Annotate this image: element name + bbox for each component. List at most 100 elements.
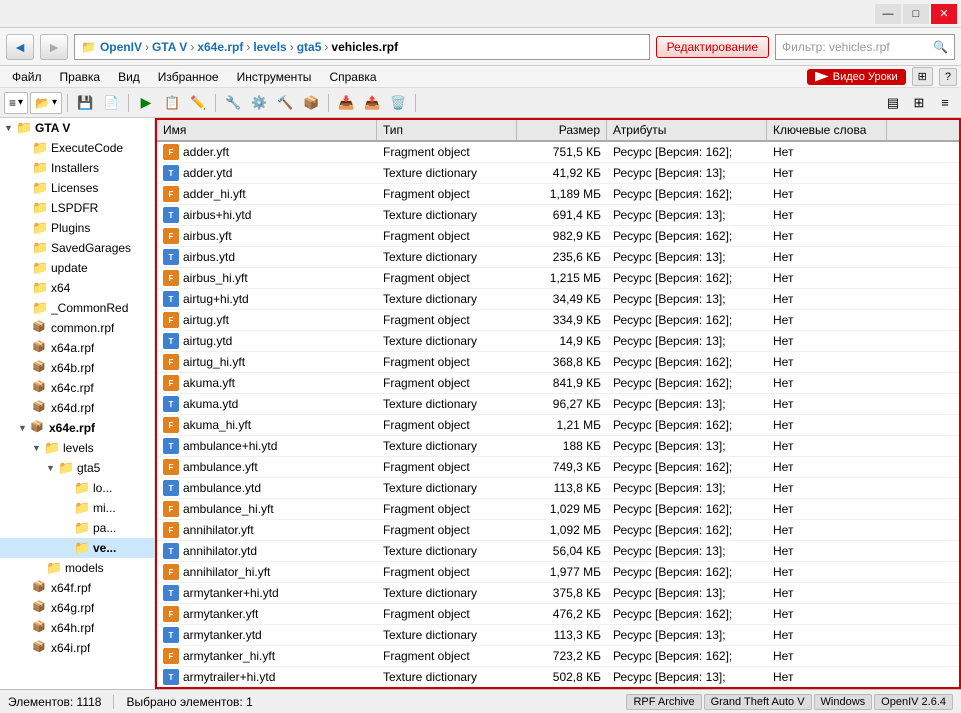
table-row[interactable]: T airtug.ytd Texture dictionary 14,9 КБ … xyxy=(157,331,959,352)
filter-bar[interactable]: Фильтр: vehicles.rpf 🔍 xyxy=(775,34,955,60)
sidebar-item-18[interactable]: 📁lo... xyxy=(0,478,154,498)
sidebar-item-3[interactable]: 📁Licenses xyxy=(0,178,154,198)
toolbar-view-3[interactable]: ≡ xyxy=(933,92,957,114)
table-row[interactable]: T armytrailer+hi.ytd Texture dictionary … xyxy=(157,667,959,687)
toolbar-btn-3[interactable]: 📋 xyxy=(160,92,184,114)
col-header-name[interactable]: Имя xyxy=(157,120,377,140)
table-row[interactable]: F akuma_hi.yft Fragment object 1,21 МБ Р… xyxy=(157,415,959,436)
sidebar-item-25[interactable]: 📦x64h.rpf xyxy=(0,618,154,638)
sidebar-item-2[interactable]: 📁Installers xyxy=(0,158,154,178)
table-row[interactable]: F ambulance_hi.yft Fragment object 1,029… xyxy=(157,499,959,520)
sidebar-item-1[interactable]: 📁ExecuteCode xyxy=(0,138,154,158)
sidebar-item-24[interactable]: 📦x64g.rpf xyxy=(0,598,154,618)
sidebar-item-10[interactable]: 📦common.rpf xyxy=(0,318,154,338)
table-row[interactable]: F airbus_hi.yft Fragment object 1,215 МБ… xyxy=(157,268,959,289)
col-header-attr[interactable]: Атрибуты xyxy=(607,120,767,140)
table-row[interactable]: F akuma.yft Fragment object 841,9 КБ Рес… xyxy=(157,373,959,394)
sidebar-item-7[interactable]: 📁update xyxy=(0,258,154,278)
toolbar-save-button[interactable]: 💾 xyxy=(73,92,97,114)
breadcrumb[interactable]: 📁 OpenIV › GTA V › x64e.rpf › levels › g… xyxy=(74,34,650,60)
help-button[interactable]: ? xyxy=(939,68,957,86)
table-row[interactable]: T armytanker.ytd Texture dictionary 113,… xyxy=(157,625,959,646)
toolbar-btn-11[interactable]: 🗑️ xyxy=(386,92,410,114)
bc-levels[interactable]: levels xyxy=(253,40,286,54)
sidebar-item-19[interactable]: 📁mi... xyxy=(0,498,154,518)
sidebar-item-11[interactable]: 📦x64a.rpf xyxy=(0,338,154,358)
table-row[interactable]: F airtug.yft Fragment object 334,9 КБ Ре… xyxy=(157,310,959,331)
sidebar-item-9[interactable]: 📁_CommonRed xyxy=(0,298,154,318)
table-row[interactable]: F armytanker.yft Fragment object 476,2 К… xyxy=(157,604,959,625)
edit-button[interactable]: Редактирование xyxy=(656,36,769,58)
status-rpf[interactable]: RPF Archive xyxy=(626,694,701,710)
toolbar-dropdown-2[interactable]: 📂▾ xyxy=(30,92,62,114)
sidebar-item-15[interactable]: ▼📦x64e.rpf xyxy=(0,418,154,438)
table-row[interactable]: F ambulance.yft Fragment object 749,3 КБ… xyxy=(157,457,959,478)
table-row[interactable]: T ambulance.ytd Texture dictionary 113,8… xyxy=(157,478,959,499)
bc-gtav[interactable]: GTA V xyxy=(152,40,187,54)
table-row[interactable]: T ambulance+hi.ytd Texture dictionary 18… xyxy=(157,436,959,457)
sidebar-item-23[interactable]: 📦x64f.rpf xyxy=(0,578,154,598)
sidebar-item-20[interactable]: 📁pa... xyxy=(0,518,154,538)
col-header-size[interactable]: Размер xyxy=(517,120,607,140)
table-row[interactable]: T armytanker+hi.ytd Texture dictionary 3… xyxy=(157,583,959,604)
sidebar-item-6[interactable]: 📁SavedGarages xyxy=(0,238,154,258)
table-row[interactable]: F annihilator_hi.yft Fragment object 1,9… xyxy=(157,562,959,583)
status-gtav[interactable]: Grand Theft Auto V xyxy=(704,694,812,710)
sidebar-item-4[interactable]: 📁LSPDFR xyxy=(0,198,154,218)
menu-view[interactable]: Вид xyxy=(110,68,148,86)
sidebar-item-13[interactable]: 📦x64c.rpf xyxy=(0,378,154,398)
sidebar-item-5[interactable]: 📁Plugins xyxy=(0,218,154,238)
sidebar-item-16[interactable]: ▼📁levels xyxy=(0,438,154,458)
forward-button[interactable]: ► xyxy=(40,34,68,60)
view-mode-button[interactable]: ⊞ xyxy=(912,67,933,86)
table-row[interactable]: F annihilator.yft Fragment object 1,092 … xyxy=(157,520,959,541)
yt-button[interactable]: Видео Уроки xyxy=(807,69,906,85)
table-row[interactable]: T airbus.ytd Texture dictionary 235,6 КБ… xyxy=(157,247,959,268)
table-row[interactable]: T annihilator.ytd Texture dictionary 56,… xyxy=(157,541,959,562)
status-openiv[interactable]: OpenIV 2.6.4 xyxy=(874,694,953,710)
sidebar-item-22[interactable]: 📁models xyxy=(0,558,154,578)
toolbar-play-button[interactable]: ▶ xyxy=(134,92,158,114)
table-row[interactable]: T airtug+hi.ytd Texture dictionary 34,49… xyxy=(157,289,959,310)
bc-vehicles[interactable]: vehicles.rpf xyxy=(331,40,398,54)
table-row[interactable]: T akuma.ytd Texture dictionary 96,27 КБ … xyxy=(157,394,959,415)
toolbar-btn-6[interactable]: ⚙️ xyxy=(247,92,271,114)
menu-help[interactable]: Справка xyxy=(321,68,384,86)
table-row[interactable]: T airbus+hi.ytd Texture dictionary 691,4… xyxy=(157,205,959,226)
col-header-keys[interactable]: Ключевые слова xyxy=(767,120,887,140)
table-row[interactable]: F airtug_hi.yft Fragment object 368,8 КБ… xyxy=(157,352,959,373)
table-row[interactable]: F armytanker_hi.yft Fragment object 723,… xyxy=(157,646,959,667)
close-button[interactable]: ✕ xyxy=(931,4,957,24)
toolbar-btn-7[interactable]: 🔨 xyxy=(273,92,297,114)
sidebar-item-8[interactable]: 📁x64 xyxy=(0,278,154,298)
sidebar-item-14[interactable]: 📦x64d.rpf xyxy=(0,398,154,418)
menu-file[interactable]: Файл xyxy=(4,68,50,86)
bc-x64e[interactable]: x64e.rpf xyxy=(197,40,243,54)
table-row[interactable]: F adder_hi.yft Fragment object 1,189 МБ … xyxy=(157,184,959,205)
menu-edit[interactable]: Правка xyxy=(52,68,109,86)
table-row[interactable]: F airbus.yft Fragment object 982,9 КБ Ре… xyxy=(157,226,959,247)
col-header-type[interactable]: Тип xyxy=(377,120,517,140)
back-button[interactable]: ◄ xyxy=(6,34,34,60)
toolbar-btn-5[interactable]: 🔧 xyxy=(221,92,245,114)
sidebar-item-12[interactable]: 📦x64b.rpf xyxy=(0,358,154,378)
toolbar-dropdown-1[interactable]: ≡▾ xyxy=(4,92,28,114)
toolbar-btn-9[interactable]: 📥 xyxy=(334,92,358,114)
toolbar-btn-4[interactable]: ✏️ xyxy=(186,92,210,114)
menu-tools[interactable]: Инструменты xyxy=(229,68,320,86)
table-row[interactable]: T adder.ytd Texture dictionary 41,92 КБ … xyxy=(157,163,959,184)
toolbar-view-1[interactable]: ▤ xyxy=(881,92,905,114)
minimize-button[interactable]: — xyxy=(875,4,901,24)
toolbar-new-button[interactable]: 📄 xyxy=(99,92,123,114)
menu-favorites[interactable]: Избранное xyxy=(150,68,227,86)
table-row[interactable]: F adder.yft Fragment object 751,5 КБ Рес… xyxy=(157,142,959,163)
status-windows[interactable]: Windows xyxy=(814,694,873,710)
sidebar-item-0[interactable]: ▼📁GTA V xyxy=(0,118,154,138)
toolbar-btn-10[interactable]: 📤 xyxy=(360,92,384,114)
sidebar-item-21[interactable]: 📁ve... xyxy=(0,538,154,558)
sidebar-item-17[interactable]: ▼📁gta5 xyxy=(0,458,154,478)
sidebar-item-26[interactable]: 📦x64i.rpf xyxy=(0,638,154,658)
bc-openiv[interactable]: OpenIV xyxy=(100,40,142,54)
toolbar-btn-8[interactable]: 📦 xyxy=(299,92,323,114)
maximize-button[interactable]: □ xyxy=(903,4,929,24)
